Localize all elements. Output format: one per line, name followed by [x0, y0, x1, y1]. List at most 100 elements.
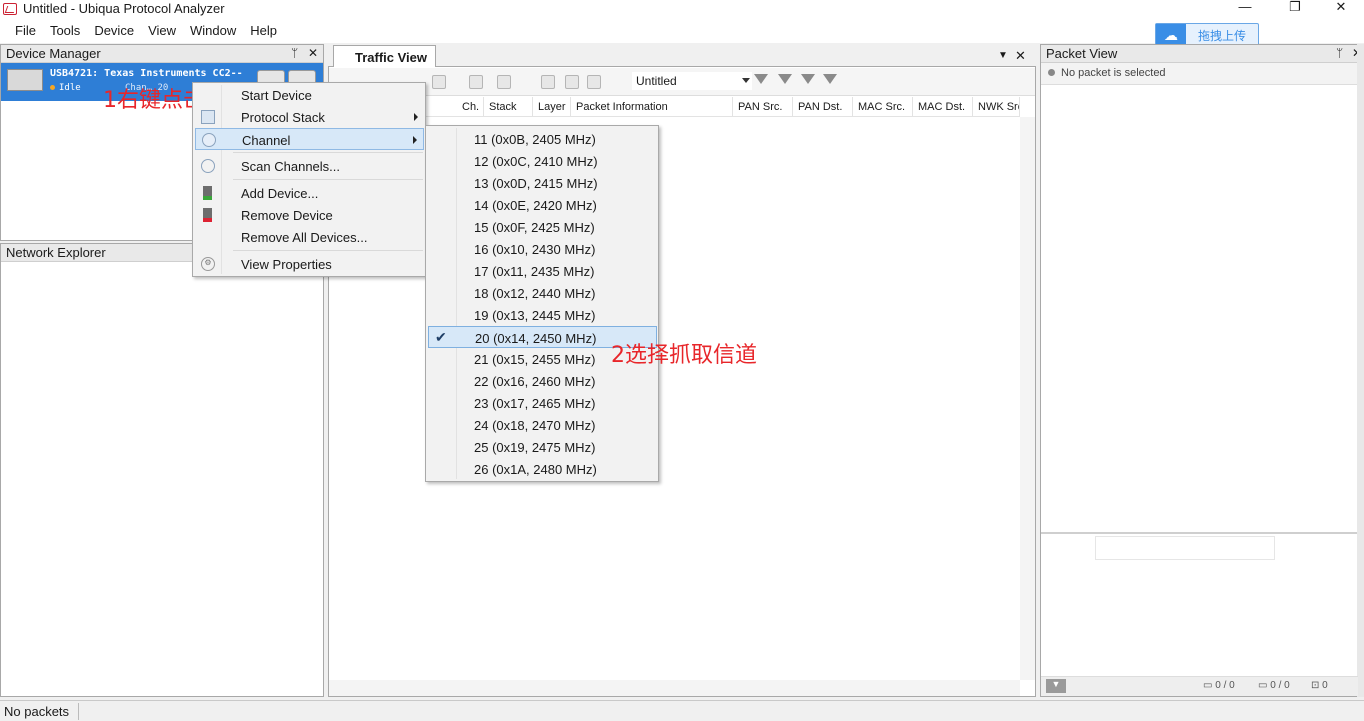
- col-layer[interactable]: Layer: [533, 97, 571, 116]
- menu-item-label: Remove Device: [241, 208, 333, 223]
- menu-view[interactable]: View: [141, 23, 183, 38]
- channel-label: 22 (0x16, 2460 MHz): [474, 374, 596, 389]
- tab-traffic-view[interactable]: Traffic View: [333, 45, 436, 67]
- properties-icon: ⚙: [201, 257, 215, 271]
- menu-channel[interactable]: Channel: [195, 128, 424, 150]
- packet-status-text: No packet is selected: [1061, 67, 1166, 79]
- menu-item-label: Protocol Stack: [241, 110, 325, 125]
- filter-remove-icon[interactable]: [823, 74, 837, 84]
- pin-icon[interactable]: ᛘ: [291, 46, 298, 60]
- channel-item-18[interactable]: 18 (0x12, 2440 MHz): [428, 282, 657, 304]
- channel-item-17[interactable]: 17 (0x11, 2435 MHz): [428, 260, 657, 282]
- col-mac-src[interactable]: MAC Src.: [853, 97, 913, 116]
- menu-separator: [233, 152, 423, 153]
- channel-label: 11 (0x0B, 2405 MHz): [474, 132, 596, 147]
- packet-status-row: No packet is selected: [1041, 63, 1357, 85]
- col-mac-dst[interactable]: MAC Dst.: [913, 97, 973, 116]
- status-bar: No packets: [0, 700, 1364, 721]
- pin-icon[interactable]: ᛘ: [1336, 46, 1343, 60]
- filter-tool-icon[interactable]: [469, 75, 483, 89]
- menu-item-label: Start Device: [241, 88, 312, 103]
- menu-tools[interactable]: Tools: [43, 23, 87, 38]
- channel-item-23[interactable]: 23 (0x17, 2465 MHz): [428, 392, 657, 414]
- channel-label: 23 (0x17, 2465 MHz): [474, 396, 596, 411]
- channel-item-13[interactable]: 13 (0x0D, 2415 MHz): [428, 172, 657, 194]
- channel-label: 25 (0x19, 2475 MHz): [474, 440, 596, 455]
- device-manager-header: Device Manager ᛘ ✕: [1, 45, 323, 63]
- menu-help[interactable]: Help: [243, 23, 284, 38]
- record-icon[interactable]: [432, 75, 446, 89]
- filter-combo[interactable]: Untitled: [632, 72, 752, 90]
- dropdown-arrow-icon[interactable]: ▼: [998, 50, 1008, 61]
- channel-item-14[interactable]: 14 (0x0E, 2420 MHz): [428, 194, 657, 216]
- check-icon: ✔: [435, 329, 447, 345]
- col-nwk-src[interactable]: NWK Src: [973, 97, 1020, 116]
- channel-item-11[interactable]: 11 (0x0B, 2405 MHz): [428, 128, 657, 150]
- window-title: Untitled - Ubiqua Protocol Analyzer: [23, 1, 225, 16]
- status-dot-icon: [1048, 69, 1055, 76]
- menu-view-properties[interactable]: ⚙ View Properties: [195, 253, 424, 275]
- menu-protocol-stack[interactable]: Protocol Stack: [195, 106, 424, 128]
- col-stack[interactable]: Stack: [484, 97, 533, 116]
- filter-icon[interactable]: [754, 74, 768, 84]
- channel-item-25[interactable]: 25 (0x19, 2475 MHz): [428, 436, 657, 458]
- col-channel[interactable]: Ch.: [457, 97, 484, 116]
- channel-label: 20 (0x14, 2450 MHz): [475, 331, 597, 346]
- add-device-icon: [203, 186, 212, 200]
- settings-tool-icon[interactable]: [497, 75, 511, 89]
- right-scrollbar[interactable]: [1357, 44, 1364, 697]
- splitter[interactable]: [1041, 532, 1357, 534]
- col-pan-dst[interactable]: PAN Dst.: [793, 97, 853, 116]
- channel-item-19[interactable]: 19 (0x13, 2445 MHz): [428, 304, 657, 326]
- close-window-button[interactable]: ✕: [1318, 0, 1364, 17]
- close-traffic-icon[interactable]: ✕: [1015, 48, 1026, 64]
- filter-add-icon[interactable]: [778, 74, 792, 84]
- status-text: No packets: [4, 704, 70, 719]
- forward-icon[interactable]: [587, 75, 601, 89]
- channel-item-22[interactable]: 22 (0x16, 2460 MHz): [428, 370, 657, 392]
- filter-edit-icon[interactable]: [801, 74, 815, 84]
- status-divider: [78, 703, 79, 720]
- back-icon[interactable]: [565, 75, 579, 89]
- title-bar: Untitled - Ubiqua Protocol Analyzer — ❐ …: [0, 0, 1364, 17]
- channel-item-26[interactable]: 26 (0x1A, 2480 MHz): [428, 458, 657, 480]
- submenu-arrow-icon: [414, 113, 418, 121]
- minimize-button[interactable]: —: [1222, 0, 1268, 17]
- menu-remove-device[interactable]: Remove Device: [195, 204, 424, 226]
- dropdown-icon[interactable]: ▼: [1046, 679, 1066, 693]
- col-packet-info[interactable]: Packet Information: [571, 97, 733, 116]
- copy-icon[interactable]: [541, 75, 555, 89]
- menu-item-label: Scan Channels...: [241, 159, 341, 174]
- menu-item-label: View Properties: [241, 257, 332, 272]
- channel-submenu: 11 (0x0B, 2405 MHz) 12 (0x0C, 2410 MHz) …: [425, 125, 659, 482]
- menu-item-label: Add Device...: [241, 186, 319, 201]
- menu-window[interactable]: Window: [183, 23, 243, 38]
- channel-item-12[interactable]: 12 (0x0C, 2410 MHz): [428, 150, 657, 172]
- close-panel-icon[interactable]: ✕: [308, 46, 318, 60]
- channel-item-15[interactable]: 15 (0x0F, 2425 MHz): [428, 216, 657, 238]
- annotation-step2: 2选择抓取信道: [611, 343, 757, 368]
- menu-file[interactable]: File: [8, 23, 43, 38]
- hex-view-header: [1095, 536, 1275, 560]
- status-dot-icon: [50, 85, 55, 90]
- channel-item-16[interactable]: 16 (0x10, 2430 MHz): [428, 238, 657, 260]
- cloud-icon: ☁: [1156, 24, 1186, 46]
- channel-label: 12 (0x0C, 2410 MHz): [474, 154, 598, 169]
- frame-counter-2: ▭ 0 / 0: [1258, 680, 1290, 691]
- channel-label: 13 (0x0D, 2415 MHz): [474, 176, 598, 191]
- menu-scan-channels[interactable]: Scan Channels...: [195, 155, 424, 177]
- channel-label: 16 (0x10, 2430 MHz): [474, 242, 596, 257]
- traffic-hscrollbar[interactable]: [329, 680, 1020, 696]
- col-pan-src[interactable]: PAN Src.: [733, 97, 793, 116]
- traffic-scrollbar[interactable]: [1020, 117, 1035, 680]
- restore-button[interactable]: ❐: [1272, 0, 1318, 17]
- menu-start-device[interactable]: Start Device: [195, 84, 424, 106]
- device-status-text: Idle: [59, 83, 81, 93]
- menu-device[interactable]: Device: [87, 23, 141, 38]
- menu-add-device[interactable]: Add Device...: [195, 182, 424, 204]
- menu-remove-all-devices[interactable]: Remove All Devices...: [195, 226, 424, 248]
- combo-arrow-icon: [742, 78, 750, 83]
- channel-item-24[interactable]: 24 (0x18, 2470 MHz): [428, 414, 657, 436]
- menu-separator: [233, 250, 423, 251]
- network-explorer-title: Network Explorer: [6, 245, 106, 260]
